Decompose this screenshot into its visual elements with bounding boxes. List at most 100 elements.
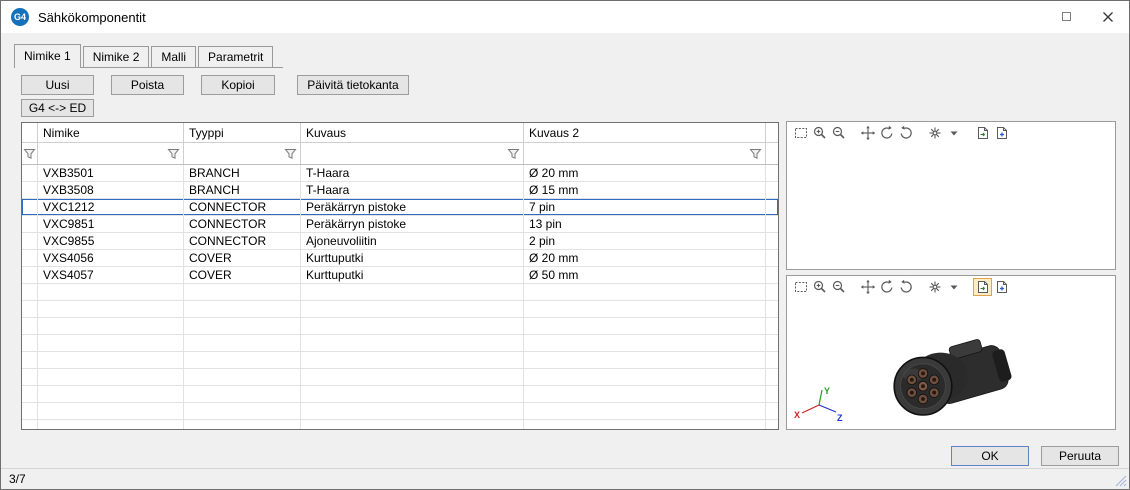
column-header-nimike[interactable]: Nimike [38,123,184,142]
cell: 2 pin [524,233,766,249]
toolbar-group [791,124,848,142]
insert-view-icon[interactable] [992,124,1011,142]
tab-nimike-2[interactable]: Nimike 2 [83,46,150,67]
row-indicator [22,165,38,181]
ok-button[interactable]: OK [951,446,1029,466]
funnel-icon [23,148,36,160]
cell-empty [524,301,766,317]
cell-empty [301,284,524,300]
cell-empty [184,318,301,334]
rotate-ccw-icon[interactable] [877,124,896,142]
zoom-in-icon[interactable] [810,124,829,142]
cell-empty [184,301,301,317]
component-3d-preview [867,324,1027,434]
cell-empty [301,420,524,430]
tab-malli[interactable]: Malli [151,46,196,67]
rotate-cw-icon[interactable] [896,278,915,296]
cancel-button[interactable]: Peruuta [1041,446,1119,466]
table-row-empty [22,318,778,335]
filter-cell-2[interactable] [301,143,524,164]
cell-empty [38,284,184,300]
table-row[interactable]: VXB3501BRANCHT-HaaraØ 20 mm [22,165,778,182]
components-grid[interactable]: NimikeTyyppiKuvausKuvaus 2 VXB3501BRANCH… [21,122,779,430]
zoom-out-icon[interactable] [829,278,848,296]
zoom-window-icon[interactable] [791,124,810,142]
rotate-ccw-icon[interactable] [877,278,896,296]
table-row-empty [22,386,778,403]
viewport-bottom[interactable]: X Y Z [787,298,1115,429]
dropdown-icon[interactable] [944,278,963,296]
new-button[interactable]: Uusi [21,75,94,95]
column-header-kuvaus-2[interactable]: Kuvaus 2 [524,123,766,142]
table-row[interactable]: VXS4057COVERKurttuputkiØ 50 mm [22,267,778,284]
cell: T-Haara [301,182,524,198]
maximize-button[interactable] [1045,1,1087,32]
axis-x-label: X [794,410,800,420]
table-row[interactable]: VXC1212CONNECTORPeräkärryn pistoke7 pin [22,199,778,216]
cell-empty [38,403,184,419]
orbit-icon[interactable] [925,124,944,142]
delete-button[interactable]: Poista [111,75,184,95]
window-title: Sähkökomponentit [38,10,146,25]
tab-parametrit[interactable]: Parametrit [198,46,273,67]
cell: CONNECTOR [184,233,301,249]
row-indicator [22,403,38,419]
cell-empty [301,301,524,317]
table-row[interactable]: VXC9855CONNECTORAjoneuvoliitin2 pin [22,233,778,250]
capture-view-icon[interactable] [973,124,992,142]
axis-z-label: Z [837,413,843,423]
capture-view-icon[interactable] [973,278,992,296]
row-indicator [22,369,38,385]
toolbar-group [858,124,915,142]
zoom-window-icon[interactable] [791,278,810,296]
close-button[interactable] [1087,1,1129,32]
column-header-tyyppi[interactable]: Tyyppi [184,123,301,142]
filter-cell-0[interactable] [38,143,184,164]
g4-ed-transfer-button[interactable]: G4 <-> ED [21,99,94,117]
cell: VXC9851 [38,216,184,232]
cell-empty [184,369,301,385]
dialog-sahkokomponentit: G4 Sähkökomponentit Nimike 1 Nimike 2 Ma… [0,0,1130,490]
copy-button[interactable]: Kopioi [201,75,275,95]
table-row[interactable]: VXC9851CONNECTORPeräkärryn pistoke13 pin [22,216,778,233]
maximize-icon [1062,12,1071,21]
zoom-out-icon[interactable] [829,124,848,142]
zoom-in-icon[interactable] [810,278,829,296]
filter-cell-1[interactable] [184,143,301,164]
table-row[interactable]: VXS4056COVERKurttuputkiØ 20 mm [22,250,778,267]
rotate-cw-icon[interactable] [896,124,915,142]
dropdown-icon[interactable] [944,124,963,142]
row-indicator [22,267,38,283]
cell-empty [524,284,766,300]
tab-nimike-1[interactable]: Nimike 1 [14,44,81,68]
cell-empty [184,420,301,430]
row-indicator [22,250,38,266]
record-counter: 3/7 [9,472,26,486]
viewer-toolbar-top [787,122,1115,144]
axis-triad: X Y Z [793,385,845,425]
funnel-icon [167,148,180,160]
table-row-empty [22,335,778,352]
pan-icon[interactable] [858,278,877,296]
toolbar-group [973,278,1011,296]
row-indicator [22,199,38,215]
cell: 13 pin [524,216,766,232]
insert-view-icon[interactable] [992,278,1011,296]
cell-empty [184,335,301,351]
cell: COVER [184,250,301,266]
cell-empty [301,335,524,351]
table-row-empty [22,301,778,318]
cell-empty [524,318,766,334]
filter-row-indicator[interactable] [22,143,38,164]
cell: Kurttuputki [301,250,524,266]
resize-grip[interactable] [1115,475,1127,487]
table-row[interactable]: VXB3508BRANCHT-HaaraØ 15 mm [22,182,778,199]
filter-cell-3[interactable] [524,143,766,164]
pan-icon[interactable] [858,124,877,142]
column-header-kuvaus[interactable]: Kuvaus [301,123,524,142]
cell-empty [38,335,184,351]
orbit-icon[interactable] [925,278,944,296]
viewport-top[interactable] [787,144,1115,269]
update-database-button[interactable]: Päivitä tietokanta [297,75,409,95]
cell: Ajoneuvoliitin [301,233,524,249]
